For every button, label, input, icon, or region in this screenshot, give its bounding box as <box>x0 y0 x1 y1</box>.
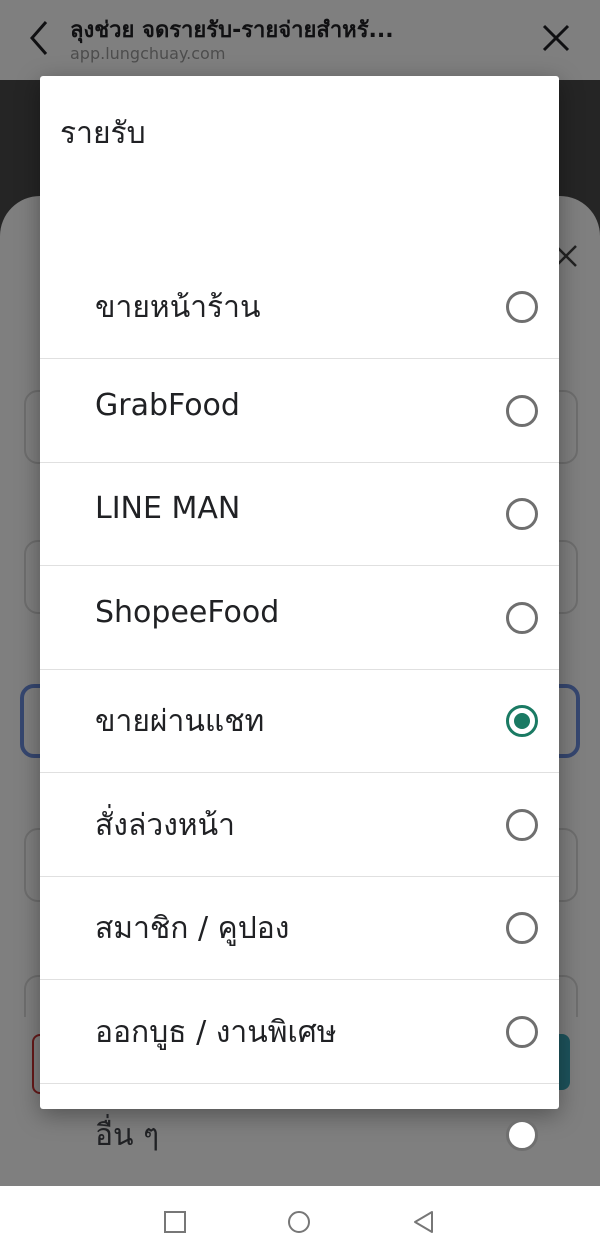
option-label: ออกบูธ / งานพิเศษ <box>95 1015 337 1050</box>
home-icon[interactable] <box>287 1210 311 1234</box>
dialog-title: รายรับ <box>60 116 146 151</box>
radio-button[interactable] <box>506 912 538 944</box>
recent-apps-icon[interactable] <box>163 1210 187 1234</box>
radio-button[interactable] <box>506 1119 538 1151</box>
option-label: ShopeeFood <box>95 595 280 630</box>
option-label: ขายหน้าร้าน <box>95 290 261 325</box>
option-item[interactable]: สั่งล่วงหน้า <box>40 773 559 877</box>
option-item[interactable]: สมาชิก / คูปอง <box>40 876 559 980</box>
radio-button[interactable] <box>506 1016 538 1048</box>
option-item[interactable]: ขายผ่านแชท <box>40 669 559 773</box>
back-triangle-icon[interactable] <box>412 1210 436 1234</box>
radio-button[interactable] <box>506 705 538 737</box>
option-label: GrabFood <box>95 388 240 423</box>
radio-button[interactable] <box>506 291 538 323</box>
radio-button[interactable] <box>506 602 538 634</box>
option-label: ขายผ่านแชท <box>95 704 265 739</box>
option-item[interactable]: ขายหน้าร้าน <box>40 255 559 359</box>
system-nav-bar <box>0 1186 600 1256</box>
option-label: สั่งล่วงหน้า <box>95 808 235 843</box>
radio-button[interactable] <box>506 498 538 530</box>
option-label: สมาชิก / คูปอง <box>95 911 290 946</box>
option-item[interactable]: GrabFood <box>40 359 559 463</box>
option-label: LINE MAN <box>95 491 241 526</box>
radio-dot <box>514 713 530 729</box>
option-label: อื่น ๆ <box>95 1118 160 1153</box>
option-item[interactable]: ออกบูธ / งานพิเศษ <box>40 980 559 1084</box>
income-category-dialog: รายรับ ขายหน้าร้าน GrabFood LINE MAN Sho… <box>40 76 559 1153</box>
radio-button[interactable] <box>506 809 538 841</box>
option-item[interactable]: อื่น ๆ <box>40 1083 559 1186</box>
radio-button[interactable] <box>506 395 538 427</box>
option-item[interactable]: ShopeeFood <box>40 566 559 670</box>
option-item[interactable]: LINE MAN <box>40 462 559 566</box>
